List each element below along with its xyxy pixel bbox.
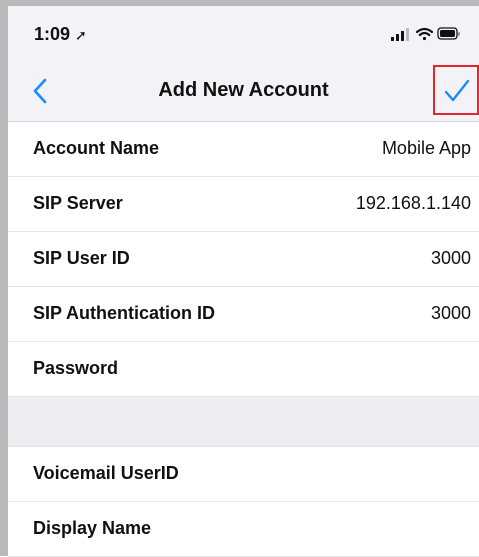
battery-icon (437, 27, 460, 40)
done-button[interactable] (433, 65, 479, 115)
account-name-field[interactable]: Mobile App (382, 138, 471, 159)
cellular-signal-icon (391, 28, 409, 41)
sip-server-row[interactable]: SIP Server 192.168.1.140 (8, 177, 479, 232)
status-time-text: 1:09 (34, 24, 71, 44)
field-label: Voicemail UserID (33, 463, 179, 483)
wifi-icon (415, 27, 434, 41)
sip-authentication-id-row[interactable]: SIP Authentication ID 3000 (8, 287, 479, 342)
page-title: Add New Account (158, 79, 329, 101)
field-label: SIP Authentication ID (33, 303, 216, 323)
status-bar: 1:09 ➚ (8, 6, 479, 62)
password-row[interactable]: Password (8, 342, 479, 397)
sip-user-id-field[interactable]: 3000 (431, 248, 471, 269)
sip-user-id-row[interactable]: SIP User ID 3000 (8, 232, 479, 287)
field-label: Password (33, 358, 119, 378)
sip-authentication-id-field[interactable]: 3000 (431, 303, 471, 324)
field-label: Account Name (33, 138, 160, 158)
field-label: SIP User ID (33, 248, 130, 268)
voicemail-userid-row[interactable]: Voicemail UserID (8, 447, 479, 502)
navigation-bar: Add New Account (8, 62, 479, 122)
display-name-row[interactable]: Display Name (8, 502, 479, 557)
status-icons (391, 26, 461, 42)
section-separator (8, 397, 479, 447)
account-name-row[interactable]: Account Name Mobile App (8, 122, 479, 177)
checkmark-icon (444, 79, 470, 102)
field-label: Display Name (33, 518, 152, 538)
location-arrow-icon: ➚ (75, 27, 87, 43)
status-icons-svg (391, 27, 460, 41)
sip-server-field[interactable]: 192.168.1.140 (356, 193, 471, 214)
field-label: SIP Server (33, 193, 123, 213)
status-time: 1:09 ➚ (34, 24, 87, 45)
account-form: Account Name Mobile App SIP Server 192.1… (8, 122, 479, 557)
